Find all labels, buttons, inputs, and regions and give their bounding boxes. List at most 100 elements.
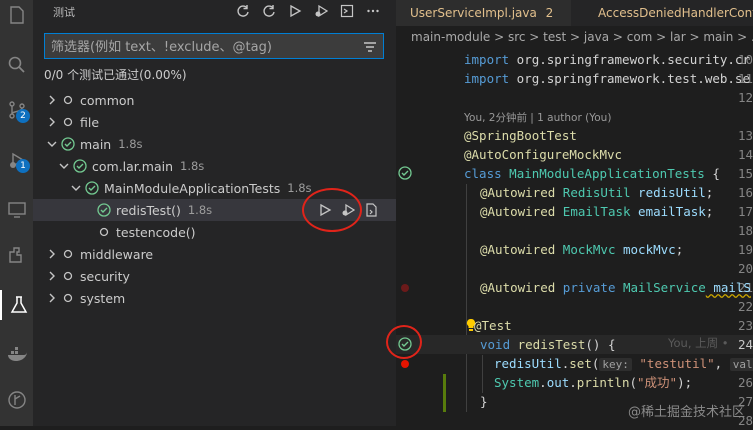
line-number: 17 <box>737 204 753 219</box>
code-line-25[interactable]: 25 redisUtil.set(key: "testutil", val <box>396 354 753 373</box>
docker-icon[interactable] <box>0 340 33 370</box>
tree-item-label: system <box>80 290 126 306</box>
tree-item-main[interactable]: main 1.8s <box>33 133 396 155</box>
sidebar-toolbar <box>234 2 382 20</box>
code-line-18[interactable]: 18 <box>396 221 753 240</box>
chevron-down-icon[interactable] <box>69 181 83 195</box>
code-token: @AutoConfigureMockMvc <box>464 147 623 162</box>
debug-test-icon[interactable] <box>339 201 357 219</box>
tree-item-file[interactable]: file <box>33 111 396 133</box>
tab-problem-count: 2 <box>545 6 554 20</box>
code-lens-blame[interactable]: You, 2分钟前 | 1 author (You) <box>464 110 611 125</box>
code-token: mailS <box>705 280 751 295</box>
chevron-right-icon[interactable] <box>45 115 59 129</box>
code-line-22[interactable]: 22 <box>396 297 753 316</box>
test-filter-box <box>44 33 384 59</box>
test-row-actions <box>316 201 380 219</box>
source-control-icon[interactable]: 2 <box>0 95 33 125</box>
code-token: import <box>464 71 510 86</box>
code-token: redisUtil <box>494 356 562 371</box>
breadcrumb[interactable]: main-module > src > test > java > com > … <box>411 30 753 44</box>
chevron-right-icon[interactable] <box>45 269 59 283</box>
line-number: 16 <box>737 185 753 200</box>
code-token: redisUtil <box>630 185 706 200</box>
code-token: class <box>464 166 502 181</box>
tree-item-label: redisTest() <box>116 202 181 218</box>
code-token: void <box>480 337 511 352</box>
code-token: @Autowired <box>480 204 556 219</box>
code-token: EmailTask <box>555 204 631 219</box>
code-token: @Test <box>474 318 512 333</box>
chevron-down-icon[interactable] <box>57 159 71 173</box>
debug-all-tests-icon[interactable] <box>312 2 330 20</box>
code-line-17[interactable]: 17 @Autowired EmailTask emailTask; <box>396 202 753 221</box>
passed-check-icon <box>61 137 75 151</box>
remote-explorer-icon[interactable] <box>0 195 33 225</box>
test-summary: 0/0 个测试已通过(0.00%) <box>44 68 187 82</box>
passed-check-icon <box>73 159 87 173</box>
code-line-23[interactable]: 23 @Test <box>396 316 753 335</box>
code-line-13[interactable]: 13 @SpringBootTest <box>396 126 753 145</box>
git-graph-icon[interactable] <box>0 385 33 415</box>
go-to-test-icon[interactable] <box>362 201 380 219</box>
passed-check-icon[interactable] <box>398 166 412 180</box>
show-output-icon[interactable] <box>338 2 356 20</box>
chevron-right-icon[interactable] <box>45 291 59 305</box>
chevron-right-icon[interactable] <box>45 247 59 261</box>
refresh-tests-alt-icon[interactable] <box>260 2 278 20</box>
code-line-14[interactable]: 14 @AutoConfigureMockMvc <box>396 145 753 164</box>
tree-item-security[interactable]: security <box>33 265 396 287</box>
code-line-12[interactable]: 12 <box>396 88 753 107</box>
activity-bar: 2 1 <box>0 0 33 426</box>
tab-user-service-impl[interactable]: UserServiceImpl.java 2 <box>396 0 571 26</box>
code-line-21[interactable]: 21 @Autowired private MailService mailS <box>396 278 753 297</box>
disabled-breakpoint-icon[interactable] <box>401 284 409 292</box>
code-line-24[interactable]: 24 void redisTest() { You, 上周 • <box>396 335 753 354</box>
code-token: RedisUtil <box>555 185 631 200</box>
search-icon[interactable] <box>0 50 33 80</box>
code-token: org.springframework.security.cr <box>509 52 750 67</box>
tree-item-label: com.lar.main <box>92 158 173 174</box>
tree-item-main-module-application-tests[interactable]: MainModuleApplicationTests 1.8s <box>33 177 396 199</box>
code-line-11[interactable]: 11 import org.springframework.test.web.s… <box>396 69 753 88</box>
unrun-circle-icon <box>61 291 75 305</box>
tree-item-label: middleware <box>80 246 154 262</box>
code-line-16[interactable]: 16 @Autowired RedisUtil redisUtil; <box>396 183 753 202</box>
tree-item-system[interactable]: system <box>33 287 396 309</box>
test-filter-input[interactable] <box>49 36 353 58</box>
code-line-10[interactable]: 10 import org.springframework.security.c… <box>396 50 753 69</box>
tree-item-middleware[interactable]: middleware <box>33 243 396 265</box>
code-line-19[interactable]: 19 @Autowired MockMvc mockMvc; <box>396 240 753 259</box>
tree-item-com-lar-main[interactable]: com.lar.main 1.8s <box>33 155 396 177</box>
tree-item-common[interactable]: common <box>33 89 396 111</box>
tree-item-testencode[interactable]: testencode() <box>33 221 396 243</box>
chevron-down-icon[interactable] <box>45 137 59 151</box>
filter-icon[interactable] <box>363 39 377 58</box>
run-debug-icon[interactable]: 1 <box>0 145 33 175</box>
code-token: . <box>569 375 577 390</box>
debug-badge: 1 <box>16 159 30 173</box>
chevron-right-icon[interactable] <box>45 93 59 107</box>
code-token: @SpringBootTest <box>464 128 577 143</box>
more-actions-icon[interactable] <box>364 2 382 20</box>
files-icon[interactable] <box>0 0 33 30</box>
tree-item-label: file <box>80 114 100 130</box>
code-token: . <box>539 375 547 390</box>
line-number: 19 <box>737 242 753 257</box>
run-all-tests-icon[interactable] <box>286 2 304 20</box>
testing-icon[interactable] <box>0 290 35 320</box>
extensions-icon[interactable] <box>0 240 33 270</box>
code-line-26[interactable]: 26 System.out.println("成功"); <box>396 373 753 392</box>
testing-sidebar: 测试 0/0 个测试已通过(0.00%) common file main <box>33 0 396 426</box>
code-token: "testutil" <box>631 356 715 371</box>
code-line-15[interactable]: 15 class MainModuleApplicationTests { <box>396 164 753 183</box>
tree-item-redis-test[interactable]: redisTest() 1.8s <box>33 199 396 221</box>
code-token: ; <box>705 185 714 200</box>
passed-check-icon[interactable] <box>398 337 412 351</box>
code-token: MailService <box>615 280 706 295</box>
refresh-tests-icon[interactable] <box>234 2 252 20</box>
breakpoint-icon[interactable] <box>401 360 409 368</box>
tab-access-denied-handler-config[interactable]: AccessDeniedHandlerConfig <box>574 0 753 26</box>
code-line-20[interactable]: 20 <box>396 259 753 278</box>
run-test-icon[interactable] <box>316 201 334 219</box>
